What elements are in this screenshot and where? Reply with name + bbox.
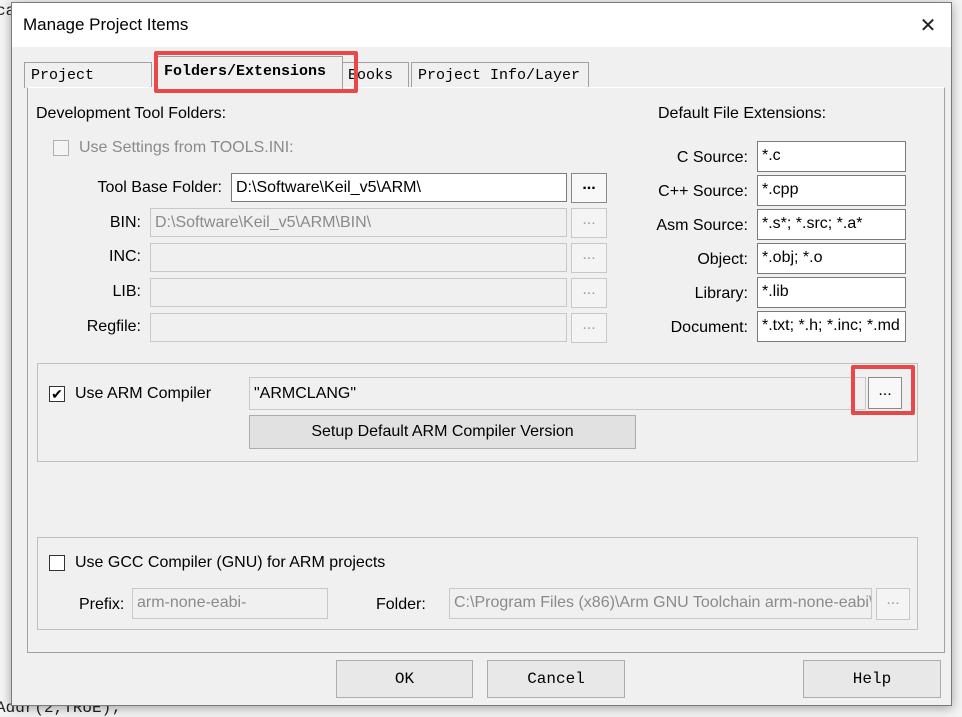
help-button[interactable]: Help xyxy=(803,660,941,698)
bin-label: BIN: xyxy=(109,214,141,231)
tool-base-label: Tool Base Folder: xyxy=(97,179,222,196)
arm-compiler-field[interactable]: "ARMCLANG" xyxy=(249,377,866,410)
cancel-button[interactable]: Cancel xyxy=(487,660,625,698)
tab-folders-extensions[interactable]: Folders/Extensions xyxy=(157,56,343,90)
title-bar: Manage Project Items ✕ xyxy=(12,3,951,47)
ok-button[interactable]: OK xyxy=(336,660,473,698)
use-settings-label: Use Settings from TOOLS.INI: xyxy=(79,139,294,156)
tool-base-browse-button[interactable]: ... xyxy=(571,173,607,203)
regfile-browse-button[interactable]: ... xyxy=(571,313,607,343)
bin-input[interactable]: D:\Software\Keil_v5\ARM\BIN\ xyxy=(150,208,567,237)
tool-base-input[interactable]: D:\Software\Keil_v5\ARM\ xyxy=(231,173,567,202)
library-label: Library: xyxy=(694,285,748,302)
c-source-label: C Source: xyxy=(676,149,748,166)
document-label: Document: xyxy=(670,319,748,336)
dialog-title: Manage Project Items xyxy=(23,15,189,34)
object-label: Object: xyxy=(697,251,748,268)
lib-label: LIB: xyxy=(112,283,141,300)
tab-project-items[interactable]: Project Items xyxy=(24,62,152,110)
lib-browse-button[interactable]: ... xyxy=(571,278,607,308)
inc-label: INC: xyxy=(109,248,141,265)
bin-browse-button[interactable]: ... xyxy=(571,208,607,238)
folder-label: Folder: xyxy=(376,596,426,613)
regfile-label: Regfile: xyxy=(86,318,141,335)
manage-project-items-dialog: Manage Project Items ✕ Project Items Fol… xyxy=(11,2,952,706)
setup-default-arm-compiler-button[interactable]: Setup Default ARM Compiler Version xyxy=(249,415,636,449)
gcc-folder-input[interactable]: C:\Program Files (x86)\Arm GNU Toolchain… xyxy=(449,588,872,619)
document-input[interactable]: *.txt; *.h; *.inc; *.md xyxy=(757,311,906,342)
use-arm-compiler-label: Use ARM Compiler xyxy=(75,385,212,402)
use-arm-compiler-checkbox[interactable]: ✔ xyxy=(49,386,65,402)
tab-project-info-layer[interactable]: Project Info/Layer xyxy=(411,62,589,88)
gcc-folder-browse-button[interactable]: ... xyxy=(876,588,910,620)
library-input[interactable]: *.lib xyxy=(757,277,906,308)
close-icon[interactable]: ✕ xyxy=(915,13,941,39)
cpp-source-input[interactable]: *.cpp xyxy=(757,175,906,206)
dev-folders-heading: Development Tool Folders: xyxy=(36,105,227,122)
use-gcc-compiler-label: Use GCC Compiler (GNU) for ARM projects xyxy=(75,554,386,571)
prefix-label: Prefix: xyxy=(79,596,125,613)
asm-source-label: Asm Source: xyxy=(656,217,748,234)
inc-input[interactable] xyxy=(150,243,567,272)
object-input[interactable]: *.obj; *.o xyxy=(757,243,906,274)
use-gcc-compiler-checkbox[interactable] xyxy=(49,555,65,571)
cpp-source-label: C++ Source: xyxy=(658,183,748,200)
extensions-heading: Default File Extensions: xyxy=(658,105,827,122)
inc-browse-button[interactable]: ... xyxy=(571,243,607,273)
c-source-input[interactable]: *.c xyxy=(757,141,906,172)
use-settings-checkbox[interactable] xyxy=(53,140,69,156)
prefix-input[interactable]: arm-none-eabi- xyxy=(132,588,328,619)
arm-compiler-browse-button[interactable]: ... xyxy=(868,377,902,409)
tab-books[interactable]: Books xyxy=(341,62,409,88)
lib-input[interactable] xyxy=(150,278,567,307)
regfile-input[interactable] xyxy=(150,313,567,342)
asm-source-input[interactable]: *.s*; *.src; *.a* xyxy=(757,209,906,240)
